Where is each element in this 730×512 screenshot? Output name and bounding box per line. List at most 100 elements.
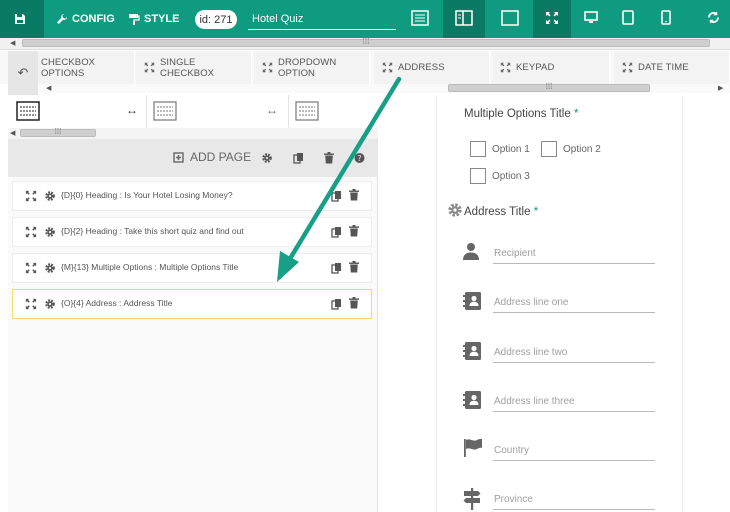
mobile-view-button[interactable] bbox=[650, 0, 682, 38]
checkbox[interactable] bbox=[470, 141, 486, 157]
address-settings-gear-icon[interactable] bbox=[447, 202, 463, 221]
page-settings-button[interactable] bbox=[261, 152, 273, 167]
layout-list-icon bbox=[411, 9, 429, 29]
province-input[interactable] bbox=[493, 490, 655, 510]
copy-icon[interactable] bbox=[331, 190, 342, 202]
add-page-button[interactable]: ADD PAGE bbox=[173, 150, 251, 164]
component-keypad[interactable]: KEYPAD bbox=[492, 51, 610, 84]
add-square-icon bbox=[173, 151, 184, 163]
column-layout-icon[interactable] bbox=[153, 101, 177, 124]
form-builder-app: CONFIG STYLE id: 271 Hotel Quiz ◀ ⁞⁞⁞ ↶ … bbox=[0, 0, 730, 512]
address-title: Address Title * bbox=[464, 206, 539, 218]
copy-icon[interactable] bbox=[331, 298, 342, 310]
copy-icon[interactable] bbox=[331, 226, 342, 238]
option-checkbox[interactable]: Option 1 bbox=[470, 141, 530, 157]
component-label: ADDRESS bbox=[398, 62, 445, 73]
layout-preview-button[interactable] bbox=[488, 0, 532, 38]
field-label: {D}{2} Heading : Take this short quiz an… bbox=[61, 226, 244, 236]
address-line-two-input[interactable] bbox=[493, 343, 655, 363]
fullscreen-button[interactable] bbox=[533, 0, 571, 38]
desktop-icon bbox=[584, 11, 598, 27]
field-row[interactable]: {D}{0} Heading : Is Your Hotel Losing Mo… bbox=[12, 181, 372, 211]
trash-icon[interactable] bbox=[349, 189, 359, 201]
gear-icon[interactable] bbox=[44, 262, 56, 274]
gear-icon[interactable] bbox=[44, 298, 56, 310]
move-icon[interactable] bbox=[25, 190, 37, 202]
layout-scrollbar[interactable]: ◀ ⁞⁞⁞ bbox=[8, 127, 378, 139]
save-icon bbox=[14, 13, 26, 25]
checkbox[interactable] bbox=[541, 141, 557, 157]
help-icon: ? bbox=[354, 152, 365, 167]
toolbar-scrollbar[interactable]: ◀ ⁞⁞⁞ bbox=[0, 37, 730, 50]
trash-icon[interactable] bbox=[349, 261, 359, 273]
layout-split-button[interactable] bbox=[443, 0, 485, 38]
address-book-icon bbox=[463, 291, 483, 311]
recipient-field bbox=[459, 238, 655, 268]
tablet-view-button[interactable] bbox=[611, 0, 645, 38]
component-checkbox-options[interactable]: CHECKBOX OPTIONS bbox=[38, 51, 135, 84]
quiz-name-input[interactable] bbox=[248, 9, 396, 30]
country-input[interactable] bbox=[493, 441, 655, 461]
move-icon[interactable] bbox=[25, 298, 37, 310]
gear-icon[interactable] bbox=[44, 226, 56, 238]
refresh-button[interactable] bbox=[696, 0, 730, 38]
component-address[interactable]: ADDRESS bbox=[374, 51, 490, 84]
page-delete-button[interactable] bbox=[324, 152, 334, 167]
gear-icon bbox=[261, 152, 273, 167]
address-line-one-input[interactable] bbox=[493, 293, 655, 313]
config-button[interactable]: CONFIG bbox=[56, 0, 115, 38]
trash-icon[interactable] bbox=[349, 225, 359, 237]
recipient-input[interactable] bbox=[493, 244, 655, 264]
style-button[interactable]: STYLE bbox=[128, 0, 179, 38]
country-field bbox=[459, 435, 655, 465]
move-icon[interactable] bbox=[25, 226, 37, 238]
required-mark: * bbox=[533, 206, 539, 218]
component-dropdown-option[interactable]: DROPDOWN OPTION bbox=[254, 51, 370, 84]
scroll-thumb[interactable]: ⁞⁞⁞ bbox=[448, 82, 650, 92]
option-checkbox[interactable]: Option 2 bbox=[541, 141, 601, 157]
field-row[interactable]: {D}{2} Heading : Take this short quiz an… bbox=[12, 217, 372, 247]
scroll-thumb[interactable]: ⁞⁞⁞ bbox=[22, 37, 710, 47]
column-layout-icon[interactable] bbox=[295, 101, 319, 124]
address-line-three-input[interactable] bbox=[493, 392, 655, 412]
page-help-button[interactable]: ? bbox=[354, 152, 365, 167]
gear-icon[interactable] bbox=[44, 190, 56, 202]
scroll-left-arrow-icon[interactable]: ◀ bbox=[46, 84, 51, 92]
component-label: DROPDOWN OPTION bbox=[278, 56, 337, 79]
trash-icon[interactable] bbox=[349, 297, 359, 309]
layout-split-icon bbox=[455, 9, 473, 29]
expand-icon bbox=[144, 62, 155, 73]
column-layout-row: ↔ ↔ bbox=[8, 95, 378, 128]
field-row[interactable]: {M}{13} Multiple Options : Multiple Opti… bbox=[12, 253, 372, 283]
undo-button[interactable]: ↶ bbox=[8, 51, 38, 95]
column-layout-icon[interactable] bbox=[16, 101, 40, 124]
scroll-right-arrow-icon[interactable]: ▶ bbox=[718, 84, 723, 92]
page-copy-button[interactable] bbox=[293, 152, 304, 167]
option-checkbox[interactable]: Option 3 bbox=[470, 168, 530, 184]
expand-icon bbox=[622, 62, 633, 73]
resize-arrows-icon[interactable]: ↔ bbox=[126, 103, 138, 117]
refresh-icon bbox=[707, 11, 720, 27]
expand-icon bbox=[262, 62, 273, 73]
option-label: Option 2 bbox=[563, 143, 601, 155]
scroll-left-arrow-icon[interactable]: ◀ bbox=[10, 39, 15, 47]
layout-full-button[interactable] bbox=[400, 0, 440, 38]
person-icon bbox=[463, 242, 479, 260]
save-button[interactable] bbox=[0, 0, 44, 38]
copy-icon[interactable] bbox=[331, 262, 342, 274]
expand-icon bbox=[545, 11, 559, 28]
desktop-view-button[interactable] bbox=[574, 0, 608, 38]
required-mark: * bbox=[573, 108, 579, 120]
checkbox[interactable] bbox=[470, 168, 486, 184]
move-icon[interactable] bbox=[25, 262, 37, 274]
component-single-checkbox[interactable]: SINGLE CHECKBOX bbox=[136, 51, 252, 84]
field-row-selected[interactable]: {O}{4} Address : Address Title bbox=[12, 289, 372, 319]
trash-icon bbox=[324, 152, 334, 167]
field-label: {M}{13} Multiple Options : Multiple Opti… bbox=[61, 262, 239, 272]
palette-scrollbar[interactable]: ◀ ⁞⁞⁞ ▶ bbox=[38, 82, 730, 93]
component-date-time[interactable]: DATE TIME bbox=[614, 51, 730, 84]
add-page-label: ADD PAGE bbox=[190, 150, 252, 164]
resize-arrows-icon[interactable]: ↔ bbox=[266, 103, 278, 117]
scroll-left-arrow-icon[interactable]: ◀ bbox=[10, 129, 15, 137]
scroll-thumb[interactable]: ⁞⁞⁞ bbox=[20, 127, 96, 137]
